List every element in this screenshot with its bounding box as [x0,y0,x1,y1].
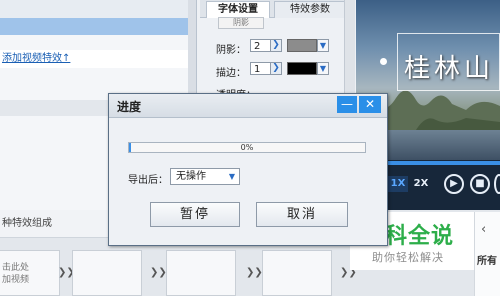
shadow-preset-button[interactable]: 阴影 [218,17,264,29]
close-button[interactable]: ✕ [359,96,381,113]
cancel-button[interactable]: 取消 [256,202,348,227]
timeline-slot[interactable] [262,250,332,296]
list-row-selected[interactable] [0,18,188,35]
stop-icon[interactable]: ■ [470,174,490,194]
chevron-down-icon[interactable]: ▼ [226,170,238,183]
stroke-color-dropdown-icon[interactable]: ▼ [317,62,329,75]
right-strip-label: 所有 [477,256,497,267]
minimize-button[interactable]: — [337,96,357,113]
dialog-title: 进度 [117,100,142,114]
speed-2x-button[interactable]: 2X [411,176,431,192]
shadow-color-dropdown-icon[interactable]: ▼ [317,39,329,52]
preview-title-text: 桂林山 [404,54,495,84]
timeline-slot[interactable] [72,250,142,296]
timeline-slot[interactable] [166,250,236,296]
tab-effect-params[interactable]: 特效参数 [274,1,346,18]
pause-button[interactable]: 暂停 [150,202,240,227]
stroke-label: 描边： [216,68,246,79]
play-icon[interactable]: ▶ [444,174,464,194]
add-video-hint[interactable]: 击此处 加视频 [2,262,29,286]
chevron-right-icon: ❯❯ [58,267,75,278]
chevron-right-icon: ❯❯ [246,267,263,278]
shadow-value-input[interactable]: 2 [250,39,272,52]
share-icon[interactable]: ‹ [481,222,486,237]
more-icon[interactable] [494,174,500,194]
list-row[interactable] [0,0,188,18]
shadow-label: 阴影： [216,45,246,56]
speed-1x-button[interactable]: 1X [388,176,408,192]
watermark-subtitle: 助你轻松解决 [372,251,444,264]
after-export-label: 导出后： [128,175,168,186]
shadow-color-swatch[interactable] [287,39,317,52]
tab-font-settings[interactable]: 字体设置 [206,1,270,18]
shadow-stepper-arrow[interactable]: ❯ [270,39,282,52]
stroke-color-swatch[interactable] [287,62,317,75]
preview-handle-dot[interactable] [380,58,387,65]
stroke-value-input[interactable]: 1 [250,62,272,75]
add-effect-link[interactable]: 添加视频特效↑ [0,50,190,68]
export-progress-text: 0% [240,143,254,152]
stroke-stepper-arrow[interactable]: ❯ [270,62,282,75]
chevron-right-icon: ❯❯ [150,267,167,278]
